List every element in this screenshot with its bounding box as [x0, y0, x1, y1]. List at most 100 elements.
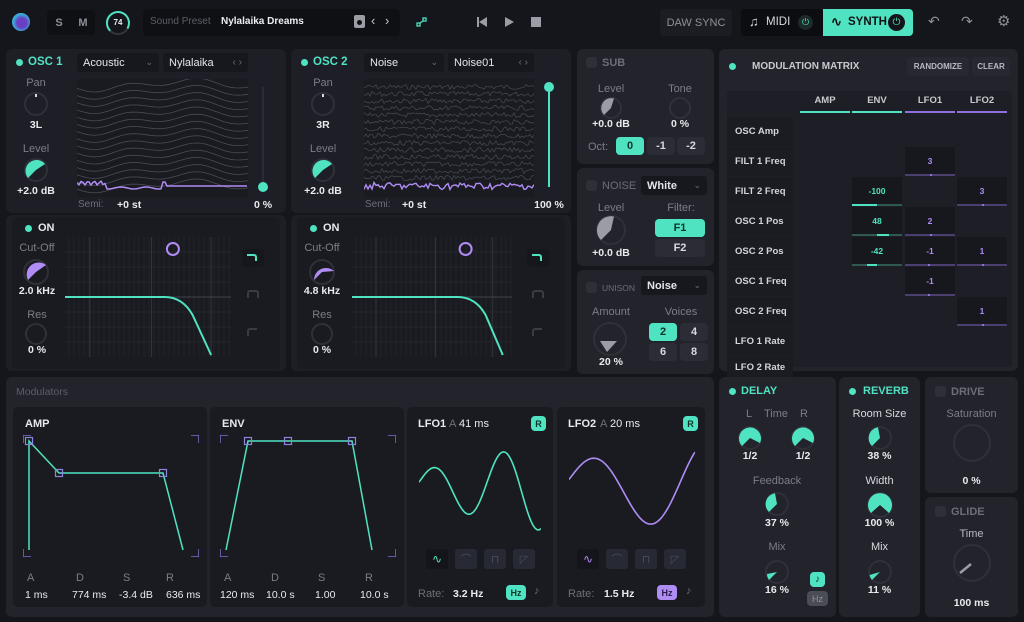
wavetable-nav-icon[interactable]: ‹ ›: [233, 57, 242, 68]
sub-oct-minus1-button[interactable]: -1: [647, 137, 675, 155]
settings-gear-icon[interactable]: ⚙: [997, 12, 1010, 30]
osc2-pan-knob[interactable]: [310, 91, 336, 117]
delay-hz-button[interactable]: Hz: [807, 591, 828, 606]
env-release-value[interactable]: 10.0 s: [360, 589, 389, 601]
glide-enable-toggle[interactable]: [935, 506, 946, 517]
sub-level-knob[interactable]: [599, 96, 623, 120]
stop-icon[interactable]: [530, 16, 542, 28]
synth-power-icon[interactable]: ⏻: [888, 14, 905, 31]
amp-release-value[interactable]: 636 ms: [166, 589, 200, 601]
osc2-position-handle[interactable]: [544, 82, 554, 92]
filter-bandpass-button[interactable]: [527, 285, 549, 303]
preset-prev-icon[interactable]: ‹: [371, 13, 375, 28]
filter1-res-knob[interactable]: [24, 322, 48, 346]
noise-enable-toggle[interactable]: [586, 180, 597, 191]
sub-tone-knob[interactable]: [668, 96, 692, 120]
noise-filter-f2-button[interactable]: F2: [655, 239, 705, 257]
mute-button[interactable]: M: [72, 12, 94, 33]
osc1-position-track[interactable]: [262, 87, 264, 187]
filter-lowpass-button[interactable]: [242, 249, 264, 267]
sub-enable-toggle[interactable]: [586, 57, 597, 68]
unison-amount-knob[interactable]: [591, 320, 629, 358]
link-icon[interactable]: [416, 16, 428, 28]
filter1-cutoff-knob[interactable]: [22, 258, 50, 286]
lfo2-rate-value[interactable]: 1.5 Hz: [604, 588, 634, 600]
lfo1-retrigger-button[interactable]: R: [531, 416, 546, 431]
lfo2-tempo-sync-icon[interactable]: ♪: [686, 585, 692, 597]
osc1-position-handle[interactable]: [258, 182, 268, 192]
delay-tempo-sync-button[interactable]: ♪: [810, 572, 825, 587]
play-icon[interactable]: [503, 16, 515, 28]
osc2-category-select[interactable]: Noise ⌄: [364, 53, 444, 72]
filter-highpass-button[interactable]: [242, 323, 264, 341]
osc1-category-select[interactable]: Acoustic ⌄: [77, 53, 159, 72]
env-sustain-value[interactable]: 1.00: [315, 589, 335, 601]
lfo2-sine-button[interactable]: ∿: [577, 549, 599, 569]
skip-back-icon[interactable]: [476, 16, 488, 28]
delay-time-l-knob[interactable]: [737, 425, 763, 451]
matrix-cell[interactable]: 2: [905, 207, 955, 235]
env-attack-value[interactable]: 120 ms: [220, 589, 254, 601]
osc1-level-knob[interactable]: [23, 157, 49, 183]
delay-time-r-knob[interactable]: [790, 425, 816, 451]
reverb-room-size-knob[interactable]: [867, 425, 893, 451]
unison-voices-2-button[interactable]: 2: [649, 323, 677, 341]
logo-icon[interactable]: [12, 13, 30, 31]
preset-next-icon[interactable]: ›: [385, 13, 389, 28]
undo-icon[interactable]: ↶: [928, 13, 940, 30]
matrix-cell[interactable]: 1: [957, 237, 1007, 265]
amp-decay-value[interactable]: 774 ms: [72, 589, 106, 601]
filter2-cutoff-knob[interactable]: [308, 258, 336, 286]
midi-toggle[interactable]: ♫ MIDI ⏻: [741, 9, 823, 36]
unison-voices-8-button[interactable]: 8: [680, 343, 708, 361]
midi-power-icon[interactable]: ⏻: [798, 15, 813, 30]
filter-highpass-button[interactable]: [527, 323, 549, 341]
filter2-response-graph[interactable]: [352, 237, 512, 357]
reverb-mix-knob[interactable]: [867, 559, 893, 585]
matrix-cell-amount-bar[interactable]: [852, 264, 902, 266]
matrix-cell[interactable]: -1: [905, 267, 955, 295]
unison-mode-select[interactable]: Noise ⌄: [641, 276, 707, 295]
filter-bandpass-button[interactable]: [242, 285, 264, 303]
matrix-cell-amount-bar[interactable]: [905, 264, 955, 266]
lfo1-hz-button[interactable]: Hz: [506, 585, 526, 600]
unison-voices-4-button[interactable]: 4: [680, 323, 708, 341]
amp-sustain-value[interactable]: -3.4 dB: [119, 589, 153, 601]
noise-filter-f1-button[interactable]: F1: [655, 219, 705, 237]
lfo2-attack-value[interactable]: 20 ms: [610, 418, 640, 430]
amp-envelope-graph[interactable]: [23, 435, 199, 557]
lfo2-hz-button[interactable]: Hz: [657, 585, 677, 600]
lfo1-square-button[interactable]: ⊓: [484, 549, 506, 569]
env-decay-value[interactable]: 10.0 s: [266, 589, 295, 601]
matrix-cell[interactable]: -1: [905, 237, 955, 265]
reverb-active-dot[interactable]: [849, 388, 856, 395]
solo-button[interactable]: S: [49, 12, 69, 33]
matrix-cell[interactable]: -42: [852, 237, 902, 265]
filter-lowpass-button[interactable]: [527, 249, 549, 267]
filter1-response-graph[interactable]: [65, 237, 231, 357]
drive-saturation-knob[interactable]: [951, 422, 993, 464]
lfo1-sine-button[interactable]: ∿: [426, 549, 448, 569]
matrix-cell-amount-bar[interactable]: [905, 294, 955, 296]
osc2-semi-value[interactable]: +0 st: [402, 199, 426, 211]
osc1-active-dot[interactable]: [16, 59, 23, 66]
preset-name[interactable]: Nylalaika Dreams: [221, 16, 304, 27]
glide-time-knob[interactable]: [951, 542, 993, 584]
osc2-wavetable-select[interactable]: Noise01 ‹ ›: [448, 53, 534, 72]
daw-sync-button[interactable]: DAW SYNC: [660, 9, 732, 36]
synth-toggle[interactable]: ∿ SYNTH ⏻: [823, 9, 913, 36]
wavetable-nav-icon[interactable]: ‹ ›: [519, 57, 528, 68]
filter1-on-dot[interactable]: [25, 225, 32, 232]
lfo1-attack-value[interactable]: 41 ms: [459, 418, 489, 430]
osc1-wavetable-select[interactable]: Nylalaika ‹ ›: [163, 53, 248, 72]
redo-icon[interactable]: ↷: [961, 13, 973, 30]
lfo2-retrigger-button[interactable]: R: [683, 416, 698, 431]
noise-level-knob[interactable]: [595, 214, 627, 246]
sub-oct-0-button[interactable]: 0: [616, 137, 644, 155]
matrix-cell[interactable]: 3: [905, 147, 955, 175]
delay-mix-knob[interactable]: [764, 559, 790, 585]
lfo2-square-button[interactable]: ⊓: [635, 549, 657, 569]
lfo2-triangle-button[interactable]: ⌒: [606, 549, 628, 569]
amp-attack-value[interactable]: 1 ms: [25, 589, 48, 601]
matrix-cell[interactable]: 48: [852, 207, 902, 235]
